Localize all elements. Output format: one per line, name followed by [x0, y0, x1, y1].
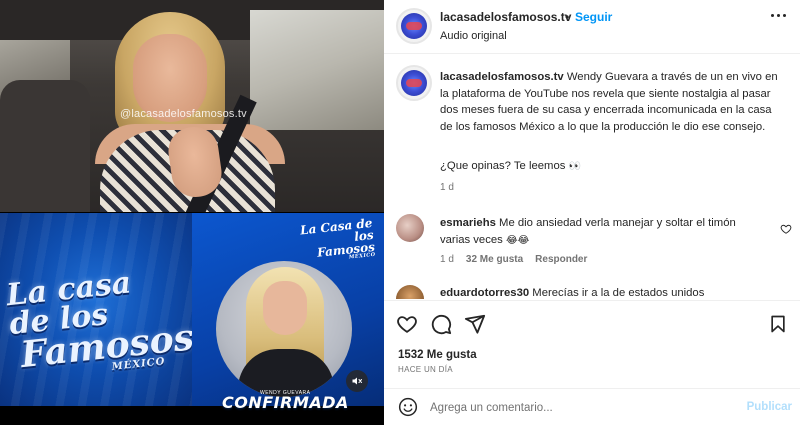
speaker-muted-glyph	[352, 377, 362, 385]
author-avatar[interactable]	[396, 8, 432, 44]
show-logo-panel: La casa de los Famosos MÉXICO	[0, 213, 196, 406]
eyes-emoji: 👀	[568, 161, 581, 172]
more-options-icon[interactable]	[771, 14, 786, 17]
show-logo: La casa de los Famosos MÉXICO	[5, 264, 196, 382]
laughing-emoji: 😂😂	[505, 234, 530, 246]
caption-text: lacasadelosfamosos.tv Wendy Guevara a tr…	[440, 69, 785, 135]
comment-meta: 1 d 32 Me gusta Responder	[440, 254, 587, 265]
bookmark-icon[interactable]	[768, 313, 788, 335]
comment-likes[interactable]: 32 Me gusta	[466, 254, 523, 265]
post-side-panel: lacasadelosfamosos.tv • Seguir Audio ori…	[384, 0, 800, 425]
comments-list[interactable]: lacasadelosfamosos.tv Wendy Guevara a tr…	[384, 55, 800, 299]
guest-face	[263, 281, 307, 335]
caption-timestamp[interactable]: 1 d	[440, 182, 454, 193]
comment-avatar[interactable]	[396, 214, 424, 242]
reply-button[interactable]: Responder	[535, 254, 587, 265]
emoji-icon[interactable]	[398, 397, 418, 417]
confirmed-banner: CONFIRMADA	[222, 393, 349, 412]
likes-count[interactable]: 1532 Me gusta	[398, 349, 477, 361]
comment-timestamp[interactable]: 1 d	[440, 254, 454, 265]
guest-photo	[216, 261, 352, 397]
video-frame-bottom: La casa de los Famosos MÉXICO La Casa de…	[0, 213, 384, 425]
post-media[interactable]: @lacasadelosfamosos.tv La casa de los Fa…	[0, 0, 384, 425]
audio-label[interactable]: Audio original	[440, 30, 507, 42]
caption-avatar-image	[401, 70, 427, 96]
comment-heart-icon[interactable]	[780, 223, 792, 235]
publish-button[interactable]: Publicar	[747, 401, 792, 413]
post-actions: 1532 Me gusta HACE UN DÍA	[384, 300, 800, 388]
header-separator: •	[565, 10, 570, 24]
speaker-muted-icon[interactable]	[346, 370, 368, 392]
author-username[interactable]: lacasadelosfamosos.tv	[440, 10, 571, 24]
caption-avatar[interactable]	[396, 65, 432, 101]
caption-question-text: ¿Que opinas? Te leemos	[440, 160, 566, 172]
video-frame-top: @lacasadelosfamosos.tv	[0, 0, 384, 212]
car-seat	[0, 80, 90, 212]
comment-username[interactable]: eduardotorres30	[440, 287, 529, 299]
post-header: lacasadelosfamosos.tv • Seguir Audio ori…	[384, 0, 800, 54]
comment-text: esmariehs Me dio ansiedad verla manejar …	[440, 215, 760, 249]
comment-username[interactable]: esmariehs	[440, 217, 496, 229]
share-icon[interactable]	[464, 313, 486, 335]
show-logo-small: La Casa de los Famosos MÉXICO	[292, 216, 375, 266]
heart-icon[interactable]	[396, 313, 418, 335]
comment-input[interactable]	[430, 397, 730, 419]
caption-question: ¿Que opinas? Te leemos 👀	[440, 160, 581, 172]
video-watermark: @lacasadelosfamosos.tv	[120, 108, 247, 120]
post-date[interactable]: HACE UN DÍA	[398, 365, 453, 374]
comment-icon[interactable]	[430, 313, 452, 335]
follow-button[interactable]: Seguir	[575, 10, 612, 24]
comment-composer: Publicar	[384, 388, 800, 425]
comment-text: eduardotorres30 Merecías ir a la de esta…	[440, 287, 770, 299]
comment-body: Merecías ir a la de estados unidos	[532, 287, 705, 299]
author-avatar-image	[401, 13, 427, 39]
comment-avatar[interactable]	[396, 285, 424, 299]
caption-username[interactable]: lacasadelosfamosos.tv	[440, 71, 564, 83]
